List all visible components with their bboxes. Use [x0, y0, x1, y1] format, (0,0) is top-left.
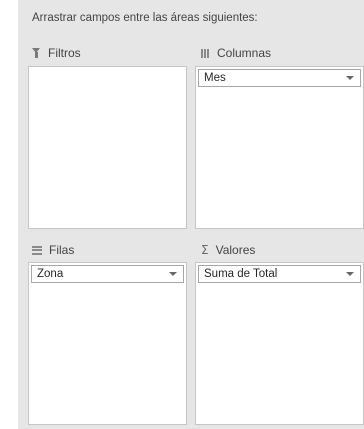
chevron-down-icon[interactable]: [346, 76, 354, 80]
rows-area-header: Filas: [32, 241, 74, 259]
chevron-down-icon[interactable]: [169, 272, 177, 276]
field-pill-label: Mes: [204, 72, 226, 84]
field-pill-label: Zona: [37, 268, 64, 280]
sigma-icon: Σ: [201, 243, 209, 257]
filters-area-header: Filtros: [32, 44, 81, 62]
field-pill-label: Suma de Total: [204, 268, 278, 280]
field-pill-mes[interactable]: Mes: [198, 69, 361, 87]
field-pill-zona[interactable]: Zona: [31, 265, 184, 283]
drag-instruction: Arrastrar campos entre las áreas siguien…: [32, 12, 258, 24]
pivot-field-areas-pane: Arrastrar campos entre las áreas siguien…: [18, 0, 364, 429]
values-drop-area[interactable]: Suma de Total: [195, 262, 364, 425]
columns-area-label: Columnas: [217, 46, 272, 60]
filters-area-label: Filtros: [48, 46, 81, 60]
filter-icon: [32, 48, 41, 58]
values-area-header: Σ Valores: [201, 241, 255, 259]
rows-icon: [32, 245, 42, 255]
field-pill-suma-de-total[interactable]: Suma de Total: [198, 265, 361, 283]
rows-area-label: Filas: [49, 243, 75, 257]
chevron-down-icon[interactable]: [346, 272, 354, 276]
columns-drop-area[interactable]: Mes: [195, 66, 364, 229]
rows-drop-area[interactable]: Zona: [28, 262, 187, 425]
columns-icon: [201, 48, 210, 58]
values-area-label: Valores: [215, 243, 256, 257]
columns-area-header: Columnas: [201, 44, 271, 62]
filters-drop-area[interactable]: [28, 66, 187, 229]
